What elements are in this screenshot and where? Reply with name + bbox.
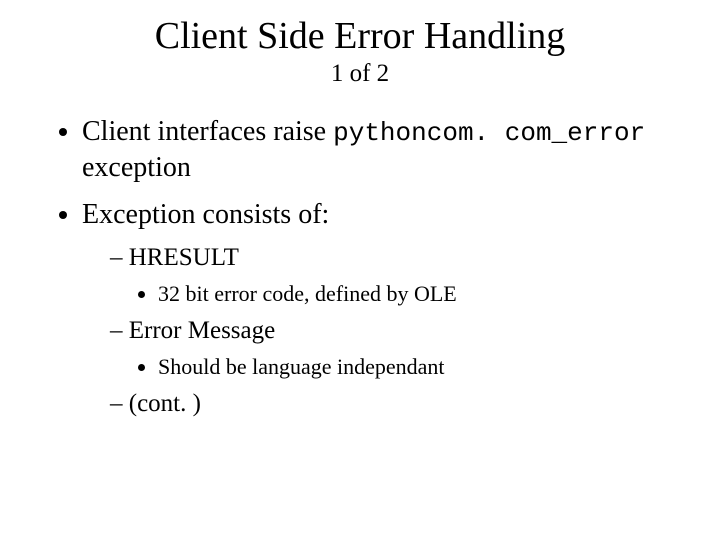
sub-3-text: (cont. ) — [129, 390, 201, 417]
slide-subtitle: 1 of 2 — [40, 60, 680, 88]
slide-title: Client Side Error Handling — [40, 14, 680, 58]
sub-item-1: HRESULT 32 bit error code, defined by OL… — [110, 242, 680, 309]
bullet-list: Client interfaces raise pythoncom. com_e… — [40, 114, 680, 420]
bullet-1-code: pythoncom. com_error — [333, 118, 645, 148]
sub-list: HRESULT 32 bit error code, defined by OL… — [82, 242, 680, 421]
sub-item-2: Error Message Should be language indepen… — [110, 315, 680, 382]
bullet-item-1: Client interfaces raise pythoncom. com_e… — [82, 114, 680, 185]
sub-1-text: HRESULT — [129, 244, 239, 271]
bullet-1-suffix: exception — [82, 152, 191, 183]
detail-list-2: Should be language independant — [110, 353, 680, 382]
bullet-1-prefix: Client interfaces raise — [82, 116, 333, 147]
bullet-2-text: Exception consists of: — [82, 199, 329, 230]
detail-2: Should be language independant — [158, 353, 680, 382]
bullet-item-2: Exception consists of: HRESULT 32 bit er… — [82, 197, 680, 421]
detail-list-1: 32 bit error code, defined by OLE — [110, 280, 680, 309]
sub-2-text: Error Message — [129, 317, 275, 344]
slide: Client Side Error Handling 1 of 2 Client… — [0, 0, 720, 452]
sub-item-3: (cont. ) — [110, 388, 680, 421]
detail-1: 32 bit error code, defined by OLE — [158, 280, 680, 309]
